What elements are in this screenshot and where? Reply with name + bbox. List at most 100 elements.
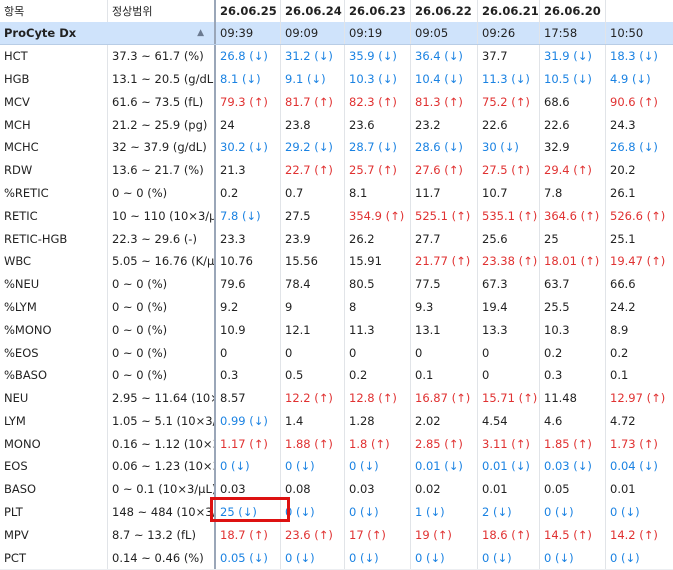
result-value-cell[interactable]: 25.6 (478, 227, 540, 250)
result-value-cell[interactable]: 29.4 (↑) (540, 158, 606, 182)
result-value-cell[interactable]: 0 (↓) (216, 455, 281, 478)
result-value-cell[interactable]: 0 (478, 341, 540, 364)
result-value-cell[interactable]: 20.2 (606, 159, 673, 182)
result-value-cell[interactable]: 14.2 (↑) (606, 523, 673, 546)
result-value-cell[interactable]: 17 (↑) (345, 523, 411, 547)
result-value-cell[interactable]: 79.3 (↑) (216, 90, 281, 114)
result-value-cell[interactable]: 2.85 (↑) (411, 432, 478, 456)
result-value-cell[interactable]: 1.85 (↑) (540, 432, 606, 456)
result-value-cell[interactable]: 0 (↓) (345, 500, 411, 524)
result-value-cell[interactable]: 0.04 (↓) (606, 455, 673, 478)
table-row[interactable]: WBC 5.05 ~ 16.76 (K/μl 10.76 15.56 15.91 21.7… (0, 250, 673, 274)
table-row[interactable]: %EOS 0 ~ 0 (%) 0 0 0 0 0 0.2 0.2 (0, 341, 673, 365)
result-value-cell[interactable]: 0 (↓) (606, 546, 673, 569)
result-value-cell[interactable]: 1.8 (↑) (345, 432, 411, 456)
result-value-cell[interactable]: 10.9 (216, 318, 281, 342)
result-value-cell[interactable]: 1.28 (345, 409, 411, 433)
table-row[interactable]: HCT 37.3 ~ 61.7 (%) 26.8 (↓) 31.2 (↓) 35.9 (… (0, 45, 673, 69)
result-value-cell[interactable]: 36.4 (↓) (411, 45, 478, 68)
result-value-cell[interactable]: 0.02 (411, 477, 478, 501)
result-value-cell[interactable]: 1.73 (↑) (606, 432, 673, 455)
result-value-cell[interactable]: 10.5 (↓) (540, 67, 606, 91)
result-value-cell[interactable]: 0.01 (606, 478, 673, 501)
result-value-cell[interactable]: 13.1 (411, 318, 478, 342)
result-value-cell[interactable]: 15.56 (281, 250, 345, 273)
result-value-cell[interactable]: 4.54 (478, 409, 540, 433)
result-value-cell[interactable]: 11.7 (411, 181, 478, 205)
result-value-cell[interactable]: 0 (↓) (411, 546, 478, 569)
result-value-cell[interactable]: 0.7 (281, 181, 345, 205)
column-header-date[interactable]: 26.06.20 (540, 0, 606, 22)
result-value-cell[interactable]: 8.57 (216, 386, 281, 410)
result-value-cell[interactable]: 0.99 (↓) (216, 409, 281, 433)
result-value-cell[interactable]: 10.4 (↓) (411, 67, 478, 91)
result-value-cell[interactable]: 24 (216, 113, 281, 137)
result-value-cell[interactable]: 1.88 (↑) (281, 432, 345, 456)
result-value-cell[interactable]: 0.2 (216, 181, 281, 205)
result-value-cell[interactable]: 24.2 (606, 296, 673, 319)
result-value-cell[interactable]: 28.7 (↓) (345, 136, 411, 159)
result-value-cell[interactable]: 9.1 (↓) (281, 67, 345, 91)
result-value-cell[interactable]: 23.2 (411, 113, 478, 137)
result-value-cell[interactable]: 11.48 (540, 386, 606, 410)
result-value-cell[interactable]: 30.2 (↓) (216, 136, 281, 159)
table-row[interactable]: %LYM 0 ~ 0 (%) 9.2 9 8 9.3 19.4 25.5 24.2 (0, 295, 673, 320)
result-value-cell[interactable]: 0 (411, 341, 478, 364)
result-value-cell[interactable]: 0.08 (281, 477, 345, 501)
result-value-cell[interactable]: 28.6 (↓) (411, 136, 478, 159)
column-header-item[interactable]: 항목 (0, 0, 108, 22)
result-value-cell[interactable]: 0.3 (216, 363, 281, 387)
table-row[interactable]: BASO 0 ~ 0.1 (10×3/μL) 0.03 0.08 0.03 0.02 0.0… (0, 477, 673, 502)
result-value-cell[interactable]: 68.6 (540, 90, 606, 114)
result-value-cell[interactable]: 0.01 (478, 477, 540, 501)
result-value-cell[interactable]: 0.05 (↓) (216, 546, 281, 569)
result-value-cell[interactable]: 30 (↓) (478, 136, 540, 159)
result-value-cell[interactable]: 15.91 (345, 250, 411, 273)
result-value-cell[interactable]: 26.2 (345, 227, 411, 250)
result-value-cell[interactable]: 23.38 (↑) (478, 250, 540, 273)
result-value-cell[interactable]: 27.5 (281, 204, 345, 228)
result-value-cell[interactable]: 10.3 (↓) (345, 67, 411, 91)
result-value-cell[interactable]: 0 (↓) (281, 546, 345, 569)
result-value-cell[interactable]: 8.1 (↓) (216, 67, 281, 91)
result-value-cell[interactable]: 26.8 (↓) (606, 136, 673, 159)
result-value-cell[interactable]: 25.7 (↑) (345, 158, 411, 182)
result-value-cell[interactable]: 9.3 (411, 295, 478, 319)
result-value-cell[interactable]: 0 (↓) (345, 546, 411, 569)
result-value-cell[interactable]: 23.9 (281, 227, 345, 250)
result-value-cell[interactable]: 354.9 (↑) (345, 204, 411, 228)
column-header-date[interactable]: 26.06.21 (478, 0, 540, 22)
column-header-date[interactable]: 26.06.22 (411, 0, 478, 22)
result-value-cell[interactable]: 10.76 (216, 250, 281, 273)
result-value-cell[interactable]: 12.2 (↑) (281, 386, 345, 410)
table-row[interactable]: MCHC 32 ~ 37.9 (g/dL) 30.2 (↓) 29.2 (↓) 28.7… (0, 136, 673, 160)
result-value-cell[interactable]: 0 (↓) (540, 500, 606, 524)
result-value-cell[interactable]: 525.1 (↑) (411, 204, 478, 228)
result-value-cell[interactable]: 16.87 (↑) (411, 386, 478, 410)
result-value-cell[interactable]: 4.6 (540, 409, 606, 433)
result-value-cell[interactable]: 0.2 (540, 341, 606, 364)
result-value-cell[interactable]: 9.2 (216, 295, 281, 319)
result-value-cell[interactable]: 10.7 (478, 181, 540, 205)
result-value-cell[interactable]: 22.7 (↑) (281, 158, 345, 182)
result-value-cell[interactable]: 19.4 (478, 295, 540, 319)
result-value-cell[interactable]: 90.6 (↑) (606, 91, 673, 114)
result-value-cell[interactable]: 11.3 (345, 318, 411, 342)
result-value-cell[interactable]: 535.1 (↑) (478, 204, 540, 228)
result-value-cell[interactable]: 0.01 (↓) (478, 455, 540, 478)
table-row[interactable]: PCT 0.14 ~ 0.46 (%) 0.05 (↓) 0 (↓) 0 (↓) 0 (↓… (0, 546, 673, 570)
result-value-cell[interactable]: 4.72 (606, 409, 673, 432)
result-value-cell[interactable]: 77.5 (411, 272, 478, 296)
result-value-cell[interactable]: 0.05 (540, 477, 606, 501)
result-value-cell[interactable]: 11.3 (↓) (478, 67, 540, 91)
result-value-cell[interactable]: 66.6 (606, 273, 673, 296)
result-value-cell[interactable]: 0 (478, 363, 540, 387)
result-value-cell[interactable]: 0 (345, 341, 411, 364)
result-value-cell[interactable]: 67.3 (478, 272, 540, 296)
result-value-cell[interactable]: 15.71 (↑) (478, 386, 540, 410)
table-row[interactable]: EOS 0.06 ~ 1.23 (10×3 0 (↓) 0 (↓) 0 (↓) 0.01 … (0, 455, 673, 479)
result-value-cell[interactable]: 26.8 (↓) (216, 45, 281, 68)
triangle-up-icon[interactable]: ▲ (197, 28, 204, 38)
result-value-cell[interactable]: 25 (540, 227, 606, 250)
result-value-cell[interactable]: 19.47 (↑) (606, 250, 673, 273)
